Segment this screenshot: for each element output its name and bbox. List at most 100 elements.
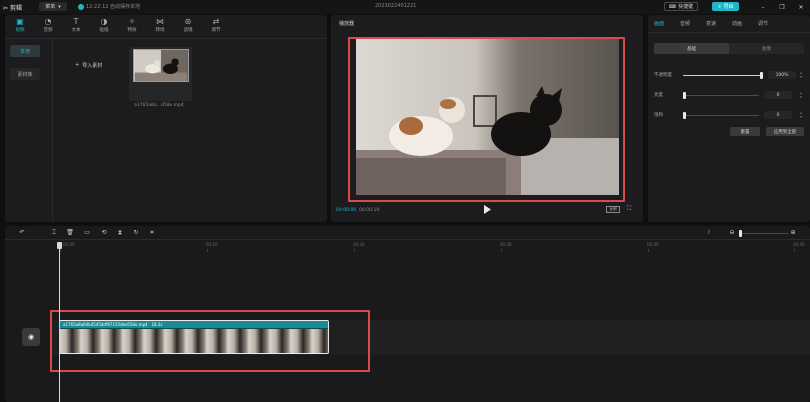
opacity-field[interactable]: 100% (768, 71, 796, 79)
shortcut-label: 快捷键 (678, 4, 694, 10)
transition-icon: ⋈ (156, 17, 164, 26)
chevron-down-icon: ▾ (58, 3, 61, 10)
tab-filter[interactable]: ⊛ 滤镜 (177, 17, 199, 37)
freeze-frame-icon[interactable]: ▭ (83, 229, 91, 237)
tab-adjustment[interactable]: 调节 (758, 20, 768, 27)
reset-button[interactable]: 重置 (730, 127, 760, 136)
tab-adjust[interactable]: ⇄ 调节 (205, 17, 227, 37)
audio-icon: ◔ (44, 17, 52, 26)
effects-icon: ✧ (128, 17, 136, 26)
zoom-in-icon[interactable]: ⊕ (789, 229, 797, 237)
tab-sticker[interactable]: ◑ 贴纸 (93, 17, 115, 37)
tab-effects[interactable]: ✧ 特效 (121, 17, 143, 37)
brightness-slider[interactable] (683, 95, 759, 96)
tab-speed[interactable]: 变速 (706, 20, 716, 27)
export-button[interactable]: ⇪ 导出 (712, 2, 739, 11)
sub-tab-matting[interactable]: 抠像 (729, 43, 804, 54)
text-icon: T (73, 17, 79, 26)
media-thumbnail[interactable]: a1765a8a...d58e.mp4 (129, 47, 192, 108)
apply-all-button[interactable]: 应用到全部 (766, 127, 804, 136)
minimize-icon[interactable]: – (758, 2, 768, 12)
filter-icon: ⊛ (184, 17, 192, 26)
saturation-label: 饱和 (654, 113, 663, 118)
zoom-slider-knob[interactable] (739, 230, 742, 237)
tab-audio[interactable]: ◔ 音频 (37, 17, 59, 37)
properties-panel: 画面 音频 变速 动画 调节 基础 抠像 不透明度 100% ▴ ▾ 亮度 0 ▴… (648, 15, 810, 222)
timeline-panel: ↶ ⌶ 🗑 ▭ ⟲ ⧗ ↻ ⌗ ⫽ ⊖ ⊕ 00:00 00:10 00:20 … (5, 226, 810, 402)
split-icon[interactable]: ⌶ (50, 229, 58, 237)
tab-label: 音频 (43, 28, 53, 33)
saturation-field[interactable]: 0 (764, 111, 792, 119)
side-item-local[interactable]: 本地 (10, 45, 40, 57)
brightness-label: 亮度 (654, 93, 663, 98)
ruler-tick (501, 249, 502, 252)
document-title: 2023022401221 (375, 3, 417, 9)
maximize-icon[interactable]: ❐ (777, 2, 787, 12)
track-cover-toggle[interactable]: ◉ (22, 328, 40, 346)
opacity-slider-fill (683, 75, 763, 76)
ruler-label: 00:30 (500, 242, 512, 247)
property-sub-tabs: 基础 抠像 (654, 43, 804, 54)
opacity-slider-knob[interactable] (760, 72, 763, 79)
reverse-icon[interactable]: ⟲ (100, 229, 108, 237)
tab-label: 特效 (127, 28, 137, 33)
saturation-slider[interactable] (683, 115, 759, 116)
current-time: 00:00:00 (336, 208, 357, 213)
menu-button[interactable]: 菜单 ▾ (39, 2, 67, 11)
media-icon: ▣ (16, 17, 24, 26)
clip-highlight-box (50, 310, 370, 372)
ruler-tick (354, 249, 355, 252)
brightness-field[interactable]: 0 (764, 91, 792, 99)
tab-transition[interactable]: ⋈ 转场 (149, 17, 171, 37)
import-label: 导入素材 (82, 62, 103, 69)
opacity-label: 不透明度 (654, 73, 672, 78)
magnet-icon[interactable]: ⫽ (705, 229, 713, 237)
title-bar: ✂ 剪辑 菜单 ▾ 12:22:12 自动保存本地 2023022401221 … (0, 0, 810, 14)
rotate-icon[interactable]: ↻ (132, 229, 140, 237)
delete-icon[interactable]: 🗑 (66, 229, 74, 237)
mirror-icon[interactable]: ⧗ (116, 229, 124, 237)
play-icon[interactable] (483, 205, 491, 214)
ruler-tick (794, 249, 795, 252)
save-status: 12:22:12 自动保存本地 (86, 4, 141, 10)
brightness-stepper[interactable]: ▴ ▾ (798, 91, 804, 99)
ruler-label: 00:50 (793, 242, 805, 247)
playhead[interactable] (59, 242, 60, 402)
import-media-button[interactable]: + 导入素材 (75, 59, 119, 71)
sub-tab-basic[interactable]: 基础 (654, 43, 729, 54)
tab-label: 视频 (15, 28, 25, 33)
app-name: 剪辑 (9, 5, 22, 12)
tab-text[interactable]: T 文本 (65, 17, 87, 37)
thumbnail-image (133, 49, 189, 82)
tab-animation[interactable]: 动画 (732, 20, 742, 27)
zoom-slider[interactable] (739, 233, 789, 234)
app-logo: ✂ 剪辑 (3, 5, 22, 12)
zoom-out-icon[interactable]: ⊖ (728, 229, 736, 237)
tab-audio-props[interactable]: 音频 (680, 20, 690, 27)
close-icon[interactable]: ✕ (796, 2, 806, 12)
ruler-label: 00:20 (353, 242, 365, 247)
tab-media[interactable]: ▣ 视频 (9, 17, 31, 37)
tab-picture[interactable]: 画面 (654, 20, 664, 27)
total-time: 00:00:19 (359, 208, 380, 213)
undo-icon[interactable]: ↶ (18, 229, 26, 237)
adjust-icon: ⇄ (212, 17, 220, 26)
eye-icon: ◉ (27, 333, 35, 341)
tab-label: 调节 (211, 28, 221, 33)
ruler-label: 00:00 (63, 242, 75, 247)
player-panel: 播放器 00:00:00 00:00:19 比例 ⛶ (331, 15, 643, 222)
fullscreen-icon[interactable]: ⛶ (627, 205, 635, 213)
brightness-slider-knob[interactable] (683, 92, 686, 99)
saturation-stepper[interactable]: ▴ ▾ (798, 111, 804, 119)
aspect-ratio-button[interactable]: 比例 (606, 206, 620, 213)
player-title: 播放器 (339, 21, 355, 27)
ruler-tick (60, 249, 61, 252)
property-tabs: 画面 音频 变速 动画 调节 (648, 15, 810, 33)
menu-label: 菜单 (45, 4, 56, 10)
side-item-library[interactable]: 素材库 (10, 68, 40, 80)
shortcut-button[interactable]: ⌨ 快捷键 (664, 2, 698, 11)
saturation-slider-knob[interactable] (683, 112, 686, 119)
crop-icon[interactable]: ⌗ (148, 229, 156, 237)
timeline-toolbar: ↶ ⌶ 🗑 ▭ ⟲ ⧗ ↻ ⌗ ⫽ ⊖ ⊕ (5, 226, 810, 240)
opacity-stepper[interactable]: ▴ ▾ (798, 71, 804, 79)
